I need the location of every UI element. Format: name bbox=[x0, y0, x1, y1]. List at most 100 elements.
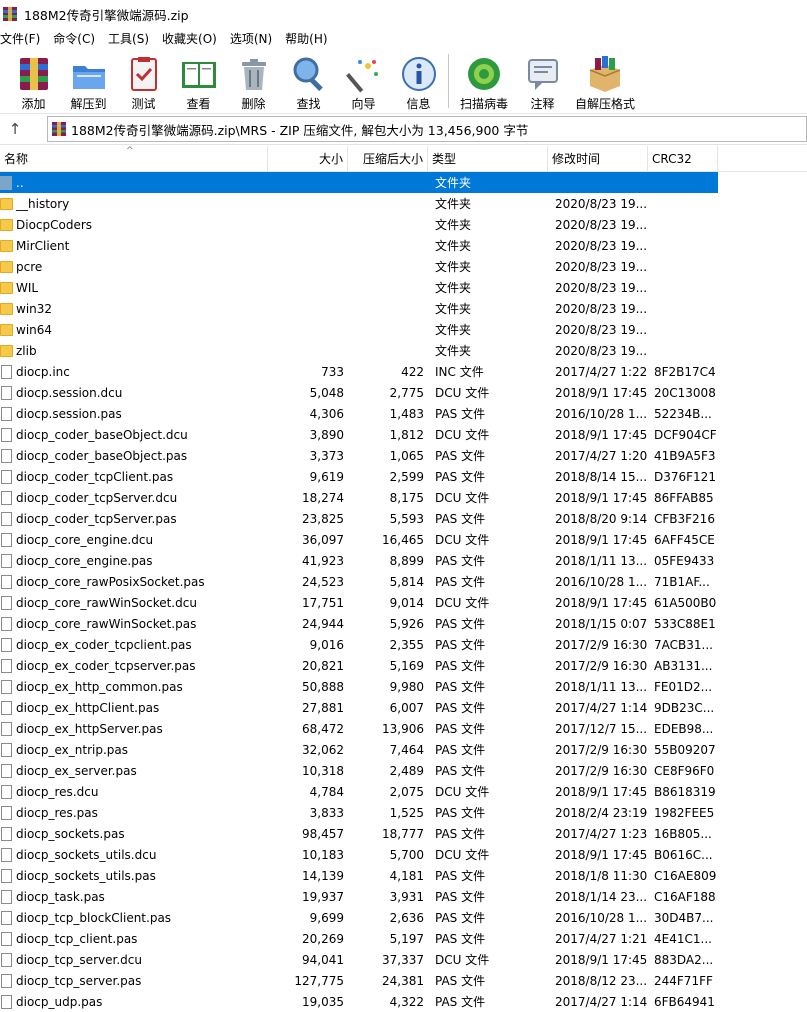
address-field[interactable]: 188M2传奇引擎微端源码.zip\MRS - ZIP 压缩文件, 解包大小为 … bbox=[47, 116, 807, 142]
folder-row[interactable]: MirClient 文件夹 2020/8/23 19... bbox=[0, 235, 807, 256]
crc32-value: 1982FEE5 bbox=[654, 805, 715, 820]
folder-row[interactable]: win32 文件夹 2020/8/23 19... bbox=[0, 298, 807, 319]
file-name: diocp_sockets.pas bbox=[16, 826, 125, 841]
file-size: 68,472 bbox=[302, 721, 344, 736]
file-type: PAS 文件 bbox=[435, 995, 486, 1009]
file-row[interactable]: diocp_core_engine.dcu 36,097 16,465 DCU 文件 2… bbox=[0, 529, 807, 550]
file-type: DCU 文件 bbox=[435, 386, 490, 400]
view-button[interactable]: 查看 bbox=[171, 49, 226, 112]
file-row[interactable]: diocp.session.pas 4,306 1,483 PAS 文件 2016/10… bbox=[0, 403, 807, 424]
modified-time: 2018/1/14 23... bbox=[555, 889, 648, 904]
menu-commands[interactable]: 命令(C) bbox=[53, 30, 101, 47]
file-icon bbox=[1, 364, 12, 379]
file-type: PAS 文件 bbox=[435, 869, 486, 883]
parent-folder-row[interactable]: .. 文件夹 bbox=[0, 172, 718, 193]
file-row[interactable]: diocp_tcp_server.dcu 94,041 37,337 DCU 文件 20… bbox=[0, 949, 807, 970]
column-modified[interactable]: 修改时间 bbox=[548, 146, 648, 172]
file-name: diocp_ex_coder_tcpserver.pas bbox=[16, 658, 196, 673]
file-type: 文件夹 bbox=[435, 281, 472, 295]
virus-scan-button[interactable]: 扫描病毒 bbox=[453, 49, 515, 112]
file-row[interactable]: diocp_udp.pas 19,035 4,322 PAS 文件 2017/4/27 … bbox=[0, 991, 807, 1012]
find-icon bbox=[293, 57, 323, 92]
delete-button[interactable]: 删除 bbox=[226, 49, 281, 112]
file-row[interactable]: diocp_ex_server.pas 10,318 2,489 PAS 文件 2017… bbox=[0, 760, 807, 781]
info-icon bbox=[401, 57, 436, 91]
comment-button[interactable]: 注释 bbox=[515, 49, 570, 112]
info-button[interactable]: 信息 bbox=[391, 49, 446, 112]
crc32-value: 533C88E1 bbox=[654, 616, 716, 631]
file-size: 98,457 bbox=[302, 826, 344, 841]
folder-row[interactable]: pcre 文件夹 2020/8/23 19... bbox=[0, 256, 807, 277]
file-icon bbox=[1, 637, 12, 652]
file-row[interactable]: diocp_core_rawWinSocket.dcu 17,751 9,014 DC… bbox=[0, 592, 807, 613]
file-row[interactable]: diocp_ex_httpServer.pas 68,472 13,906 PAS 文… bbox=[0, 718, 807, 739]
file-size: 9,699 bbox=[309, 910, 344, 925]
file-row[interactable]: diocp.session.dcu 5,048 2,775 DCU 文件 2018/9/… bbox=[0, 382, 807, 403]
file-row[interactable]: diocp_tcp_client.pas 20,269 5,197 PAS 文件 201… bbox=[0, 928, 807, 949]
menu-help[interactable]: 帮助(H) bbox=[285, 30, 333, 47]
file-row[interactable]: diocp_res.dcu 4,784 2,075 DCU 文件 2018/9/1 17… bbox=[0, 781, 807, 802]
file-size: 9,619 bbox=[309, 469, 344, 484]
packed-size: 8,175 bbox=[389, 490, 424, 505]
folder-icon bbox=[0, 260, 13, 273]
file-row[interactable]: diocp_sockets.pas 98,457 18,777 PAS 文件 2017/… bbox=[0, 823, 807, 844]
menu-favorites[interactable]: 收藏夹(O) bbox=[162, 30, 223, 47]
menu-file[interactable]: 文件(F) bbox=[0, 30, 46, 47]
column-packed-size[interactable]: 压缩后大小 bbox=[348, 146, 428, 172]
name-cell: diocp_coder_tcpServer.pas bbox=[0, 511, 268, 526]
sfx-icon bbox=[589, 56, 621, 92]
folder-row[interactable]: DiocpCoders 文件夹 2020/8/23 19... bbox=[0, 214, 807, 235]
file-size: 41,923 bbox=[302, 553, 344, 568]
file-row[interactable]: diocp_core_rawWinSocket.pas 24,944 5,926 PA… bbox=[0, 613, 807, 634]
folder-row[interactable]: zlib 文件夹 2020/8/23 19... bbox=[0, 340, 807, 361]
column-crc32[interactable]: CRC32 bbox=[648, 146, 718, 172]
modified-time: 2016/10/28 1... bbox=[555, 574, 648, 589]
folder-icon bbox=[0, 239, 13, 252]
file-row[interactable]: diocp_ex_ntrip.pas 32,062 7,464 PAS 文件 2017/… bbox=[0, 739, 807, 760]
file-row[interactable]: diocp_core_rawPosixSocket.pas 24,523 5,814… bbox=[0, 571, 807, 592]
sfx-button[interactable]: 自解压格式 bbox=[570, 49, 640, 112]
file-name: WIL bbox=[16, 280, 39, 295]
crc32-value: EDEB98... bbox=[654, 721, 714, 736]
modified-time: 2018/9/1 17:45 bbox=[555, 952, 648, 967]
file-row[interactable]: diocp_sockets_utils.pas 14,139 4,181 PAS 文件… bbox=[0, 865, 807, 886]
column-size[interactable]: 大小 bbox=[268, 146, 348, 172]
wizard-button[interactable]: 向导 bbox=[336, 49, 391, 112]
file-row[interactable]: diocp_sockets_utils.dcu 10,183 5,700 DCU 文件… bbox=[0, 844, 807, 865]
menu-tools[interactable]: 工具(S) bbox=[108, 30, 155, 47]
folder-row[interactable]: WIL 文件夹 2020/8/23 19... bbox=[0, 277, 807, 298]
file-icon bbox=[1, 574, 12, 589]
file-row[interactable]: diocp.inc 733 422 INC 文件 2017/4/27 1:22 8F2B1… bbox=[0, 361, 807, 382]
file-row[interactable]: diocp_tcp_server.pas 127,775 24,381 PAS 文件 2… bbox=[0, 970, 807, 991]
file-row[interactable]: diocp_coder_tcpServer.dcu 18,274 8,175 DCU … bbox=[0, 487, 807, 508]
file-row[interactable]: diocp_coder_baseObject.dcu 3,890 1,812 DCU … bbox=[0, 424, 807, 445]
file-row[interactable]: diocp_coder_baseObject.pas 3,373 1,065 PAS … bbox=[0, 445, 807, 466]
find-button[interactable]: 查找 bbox=[281, 49, 336, 112]
packed-size: 2,075 bbox=[389, 784, 424, 799]
packed-size: 5,926 bbox=[389, 616, 424, 631]
file-name: diocp_sockets_utils.dcu bbox=[16, 847, 157, 862]
test-button[interactable]: 测试 bbox=[116, 49, 171, 112]
menu-options[interactable]: 选项(N) bbox=[230, 30, 278, 47]
file-row[interactable]: diocp_core_engine.pas 41,923 8,899 PAS 文件 20… bbox=[0, 550, 807, 571]
file-size: 3,890 bbox=[309, 427, 344, 442]
folder-row[interactable]: __history 文件夹 2020/8/23 19... bbox=[0, 193, 807, 214]
file-row[interactable]: diocp_ex_coder_tcpserver.pas 20,821 5,169 P… bbox=[0, 655, 807, 676]
file-size: 36,097 bbox=[302, 532, 344, 547]
file-row[interactable]: diocp_res.pas 3,833 1,525 PAS 文件 2018/2/4 23… bbox=[0, 802, 807, 823]
file-row[interactable]: diocp_task.pas 19,937 3,931 PAS 文件 2018/1/14… bbox=[0, 886, 807, 907]
modified-time: 2018/8/12 23... bbox=[555, 973, 648, 988]
file-row[interactable]: diocp_tcp_blockClient.pas 9,699 2,636 PAS 文… bbox=[0, 907, 807, 928]
column-name[interactable]: 名称 ^ bbox=[0, 146, 268, 172]
up-arrow-icon[interactable]: ↑ bbox=[0, 114, 30, 144]
extract-to-button[interactable]: 解压到 bbox=[61, 49, 116, 112]
file-row[interactable]: diocp_ex_http_common.pas 50,888 9,980 PAS 文… bbox=[0, 676, 807, 697]
column-type[interactable]: 类型 bbox=[428, 146, 548, 172]
file-row[interactable]: diocp_coder_tcpClient.pas 9,619 2,599 PAS 文… bbox=[0, 466, 807, 487]
file-row[interactable]: diocp_ex_coder_tcpclient.pas 9,016 2,355 PA… bbox=[0, 634, 807, 655]
folder-row[interactable]: win64 文件夹 2020/8/23 19... bbox=[0, 319, 807, 340]
file-row[interactable]: diocp_ex_httpClient.pas 27,881 6,007 PAS 文件… bbox=[0, 697, 807, 718]
add-button[interactable]: 添加 bbox=[6, 49, 61, 112]
file-type: 文件夹 bbox=[435, 302, 472, 316]
file-row[interactable]: diocp_coder_tcpServer.pas 23,825 5,593 PAS … bbox=[0, 508, 807, 529]
